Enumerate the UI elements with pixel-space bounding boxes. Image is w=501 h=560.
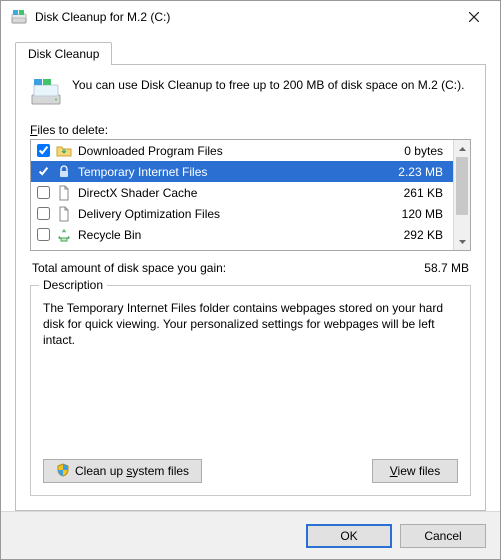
close-button[interactable]	[454, 4, 494, 30]
tabstrip: Disk Cleanup	[15, 41, 486, 64]
recycle-icon	[56, 227, 72, 243]
dialog-content: Disk Cleanup You can use Disk Cleanup to…	[1, 33, 500, 511]
item-checkbox[interactable]	[37, 186, 50, 199]
item-size: 261 KB	[385, 186, 447, 200]
disk-cleanup-dialog: Disk Cleanup for M.2 (C:) Disk Cleanup	[0, 0, 501, 560]
item-size: 120 MB	[385, 207, 447, 221]
item-size: 2.23 MB	[385, 165, 447, 179]
item-checkbox[interactable]	[37, 165, 50, 178]
item-size: 292 KB	[385, 228, 447, 242]
cleanup-button-label: Clean up system files	[75, 464, 189, 478]
files-to-delete-label: Files to delete:	[30, 123, 471, 137]
item-checkbox[interactable]	[37, 144, 50, 157]
view-files-button[interactable]: View files	[372, 459, 458, 483]
item-checkbox[interactable]	[37, 228, 50, 241]
intro-section: You can use Disk Cleanup to free up to 2…	[30, 77, 471, 109]
vertical-scrollbar[interactable]	[453, 140, 470, 250]
chevron-up-icon	[459, 147, 466, 151]
file-icon	[56, 185, 72, 201]
item-name: Downloaded Program Files	[78, 144, 379, 158]
drive-icon	[30, 77, 62, 109]
disk-cleanup-app-icon	[11, 9, 27, 25]
list-item[interactable]: Delivery Optimization Files 120 MB	[31, 203, 453, 224]
scrollbar-thumb[interactable]	[456, 157, 468, 215]
lock-icon	[56, 164, 72, 180]
item-name: DirectX Shader Cache	[78, 186, 379, 200]
ok-button[interactable]: OK	[306, 524, 392, 548]
tab-panel: You can use Disk Cleanup to free up to 2…	[15, 64, 486, 511]
list-item[interactable]: Downloaded Program Files 0 bytes	[31, 140, 453, 161]
item-name: Delivery Optimization Files	[78, 207, 379, 221]
description-text: The Temporary Internet Files folder cont…	[43, 300, 458, 349]
shield-icon	[56, 463, 70, 480]
description-group: Description The Temporary Internet Files…	[30, 285, 471, 496]
cancel-button[interactable]: Cancel	[400, 524, 486, 548]
item-size: 0 bytes	[385, 144, 447, 158]
total-space-label: Total amount of disk space you gain:	[32, 261, 424, 275]
close-icon	[469, 12, 479, 22]
scrollbar-track[interactable]	[454, 157, 470, 233]
titlebar: Disk Cleanup for M.2 (C:)	[1, 1, 500, 33]
item-checkbox[interactable]	[37, 207, 50, 220]
list-item[interactable]: DirectX Shader Cache 261 KB	[31, 182, 453, 203]
files-list[interactable]: Downloaded Program Files 0 bytes Temporary…	[31, 140, 453, 250]
item-name: Temporary Internet Files	[78, 165, 379, 179]
scroll-down-button[interactable]	[454, 233, 470, 250]
view-files-label: View files	[390, 464, 440, 478]
description-legend: Description	[39, 278, 107, 292]
file-icon	[56, 206, 72, 222]
group-buttons: Clean up system files View files	[43, 449, 458, 483]
cleanup-system-files-button[interactable]: Clean up system files	[43, 459, 202, 483]
chevron-down-icon	[459, 240, 466, 244]
tab-disk-cleanup[interactable]: Disk Cleanup	[15, 42, 112, 65]
intro-text: You can use Disk Cleanup to free up to 2…	[72, 77, 464, 109]
list-item[interactable]: Temporary Internet Files 2.23 MB	[31, 161, 453, 182]
item-name: Recycle Bin	[78, 228, 379, 242]
dialog-footer: OK Cancel	[1, 511, 500, 559]
total-space-value: 58.7 MB	[424, 261, 469, 275]
scroll-up-button[interactable]	[454, 140, 470, 157]
folder-download-icon	[56, 143, 72, 159]
files-listbox: Downloaded Program Files 0 bytes Temporary…	[30, 139, 471, 251]
window-title: Disk Cleanup for M.2 (C:)	[35, 10, 454, 24]
list-item[interactable]: Recycle Bin 292 KB	[31, 224, 453, 245]
